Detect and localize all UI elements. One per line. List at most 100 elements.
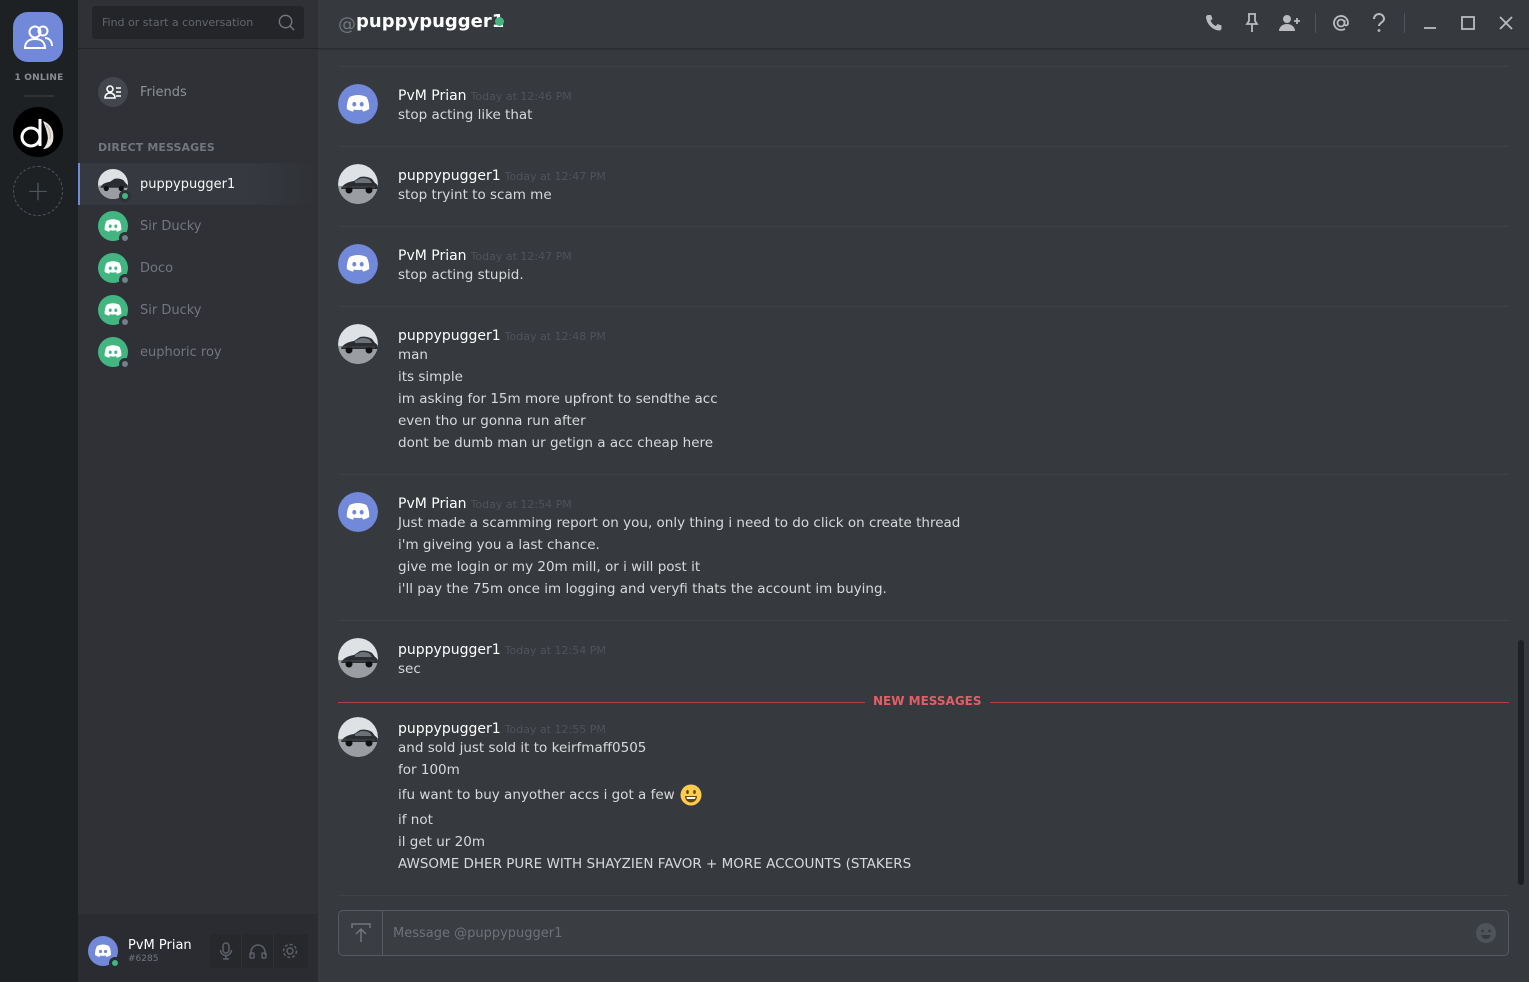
message-avatar[interactable]	[338, 638, 378, 678]
pin-icon	[1245, 13, 1259, 32]
message-text: for 100m	[398, 759, 1509, 781]
message-text-content: if not	[398, 812, 433, 828]
search-input[interactable]	[92, 6, 272, 39]
message-text-content: i'll pay the 75m once im logging and ver…	[398, 581, 887, 597]
user-discriminator: #6285	[128, 954, 159, 964]
message-author[interactable]: puppypugger1	[398, 328, 501, 344]
user-avatar[interactable]	[88, 936, 121, 969]
user-panel: PvM Prian #6285	[78, 914, 318, 982]
guild-icon-d[interactable]	[13, 107, 63, 157]
status-indicator	[119, 358, 131, 370]
message-text-content: i'm giveing you a last chance.	[398, 537, 600, 553]
message-text: il get ur 20m	[398, 831, 1509, 853]
friends-list-icon	[98, 77, 128, 107]
message-text: sec	[398, 658, 1509, 680]
new-messages-label: NEW MESSAGES	[865, 694, 990, 708]
message-text: stop acting stupid.	[398, 264, 1509, 286]
message-text: im asking for 15m more upfront to sendth…	[398, 388, 1509, 410]
microphone-icon	[219, 942, 232, 960]
message-author[interactable]: PvM Prian	[398, 248, 467, 264]
online-count: 1 ONLINE	[14, 73, 64, 83]
message-text: stop acting like that	[398, 104, 1509, 126]
headphones-icon	[248, 944, 267, 959]
message-input[interactable]	[393, 911, 1463, 955]
message-header: puppypugger1 Today at 12:48 PM	[398, 325, 1509, 344]
friends-label: Friends	[140, 84, 187, 100]
close-button[interactable]	[1487, 3, 1525, 43]
sidebar-divider	[78, 48, 318, 49]
message-text: man	[398, 344, 1509, 366]
message-author[interactable]: puppypugger1	[398, 168, 501, 184]
message-text-content: sec	[398, 661, 421, 677]
dm-item-doco[interactable]: Doco	[78, 247, 318, 289]
mention-icon	[1333, 15, 1349, 31]
message-text: and sold just sold it to keirfmaff0505	[398, 737, 1509, 759]
dm-item-euphoric-roy[interactable]: euphoric roy	[78, 331, 318, 373]
message-author[interactable]: puppypugger1	[398, 642, 501, 658]
search-icon[interactable]	[277, 13, 296, 32]
dm-item-sir-ducky[interactable]: Sir Ducky	[78, 289, 318, 331]
header-separator	[1315, 13, 1316, 33]
message-text: i'll pay the 75m once im logging and ver…	[398, 578, 1509, 600]
message-avatar[interactable]	[338, 492, 378, 532]
help-icon	[1373, 13, 1386, 32]
upload-button[interactable]	[339, 911, 383, 955]
maximize-button[interactable]	[1449, 3, 1487, 43]
deafen-button[interactable]	[242, 934, 274, 968]
upload-icon	[350, 923, 371, 942]
dm-item-sir-ducky[interactable]: Sir Ducky	[78, 205, 318, 247]
mute-button[interactable]	[210, 934, 242, 968]
message-text-content: stop acting stupid.	[398, 267, 524, 283]
message-avatar[interactable]	[338, 717, 378, 757]
message-text-content: man	[398, 347, 428, 363]
emoji-picker-icon[interactable]	[1475, 922, 1497, 944]
message-header: puppypugger1 Today at 12:55 PM	[398, 718, 1509, 737]
message-text: even tho ur gonna run after	[398, 410, 1509, 432]
minimize-button[interactable]	[1411, 3, 1449, 43]
message-timestamp: Today at 12:47 PM	[504, 170, 606, 183]
discord-app: 1 ONLINE + Find or start a conversation …	[0, 0, 1529, 982]
message-author[interactable]: PvM Prian	[398, 88, 467, 104]
message-author[interactable]: PvM Prian	[398, 496, 467, 512]
header-separator-2	[1404, 13, 1405, 33]
status-indicator	[119, 232, 131, 244]
message-avatar[interactable]	[338, 84, 378, 124]
dm-avatar	[98, 169, 131, 202]
dm-avatar	[98, 211, 131, 244]
message-group: puppypugger1 Today at 12:48 PM man its simp…	[338, 306, 1509, 474]
dm-item-puppypugger1[interactable]: puppypugger1	[78, 163, 318, 205]
message-timestamp: Today at 12:54 PM	[470, 498, 572, 511]
friends-home-button[interactable]	[13, 12, 63, 62]
header-toolbar	[1195, 0, 1529, 46]
username: PvM Prian	[128, 938, 192, 953]
message-avatar[interactable]	[338, 244, 378, 284]
message-group: PvM Prian Today at 12:54 PM Just made a sc…	[338, 474, 1509, 620]
direct-messages-header: DIRECT MESSAGES	[98, 141, 215, 154]
search-bar[interactable]	[92, 6, 304, 39]
friends-nav-item[interactable]: Friends	[88, 72, 308, 112]
pinned-messages-button[interactable]	[1233, 3, 1271, 43]
message-text-content: even tho ur gonna run after	[398, 413, 586, 429]
message-text-content: im asking for 15m more upfront to sendth…	[398, 391, 718, 407]
message-header: puppypugger1 Today at 12:47 PM	[398, 165, 1509, 184]
user-settings-button[interactable]	[274, 934, 306, 968]
call-button[interactable]	[1195, 3, 1233, 43]
message-author[interactable]: puppypugger1	[398, 721, 501, 737]
mentions-button[interactable]	[1322, 3, 1360, 43]
message-timestamp: Today at 12:48 PM	[504, 330, 606, 343]
help-button[interactable]	[1360, 3, 1398, 43]
minimize-icon	[1424, 27, 1436, 29]
message-timestamp: Today at 12:46 PM	[470, 90, 572, 103]
message-avatar[interactable]	[338, 324, 378, 364]
message-text-content: give me login or my 20m mill, or i will …	[398, 559, 701, 575]
maximize-icon	[1461, 16, 1475, 30]
add-server-button[interactable]: +	[13, 166, 63, 216]
server-list: 1 ONLINE +	[0, 0, 78, 982]
dm-name: Sir Ducky	[140, 218, 202, 234]
dm-name: Sir Ducky	[140, 302, 202, 318]
smiley-emoji-icon	[680, 784, 702, 806]
scrollbar-thumb[interactable]	[1518, 640, 1524, 885]
add-friend-button[interactable]	[1271, 3, 1309, 43]
message-text: its simple	[398, 366, 1509, 388]
message-avatar[interactable]	[338, 164, 378, 204]
